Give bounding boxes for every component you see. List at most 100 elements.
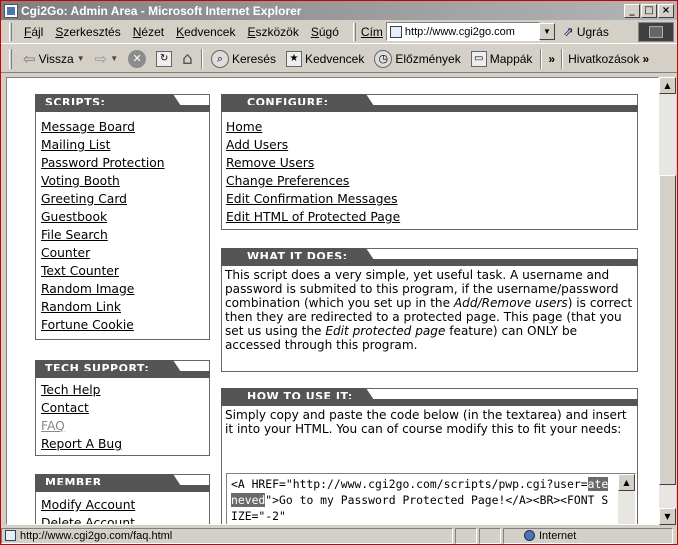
ie-app-icon[interactable]	[4, 3, 18, 18]
menu-edit[interactable]: Szerkesztés	[49, 25, 126, 39]
forward-button[interactable]: ⇨ ▼	[90, 48, 124, 70]
toolbar-separator	[200, 48, 203, 69]
home-icon: ⌂	[182, 48, 193, 69]
what-it-does-heading-bar	[221, 259, 638, 266]
status-zone: Internet	[539, 529, 577, 542]
link-guestbook[interactable]: Guestbook	[41, 208, 165, 226]
link-fortune-cookie[interactable]: Fortune Cookie	[41, 316, 165, 334]
home-button[interactable]: ⌂	[177, 48, 198, 70]
link-random-link[interactable]: Random Link	[41, 298, 165, 316]
favorites-button[interactable]: ★ Kedvencek	[281, 48, 369, 70]
what-it-does-text: This script does a very simple, yet usef…	[225, 268, 635, 352]
scroll-thumb[interactable]	[659, 175, 676, 485]
how-to-use-text: Simply copy and paste the code below (in…	[225, 408, 627, 436]
address-input[interactable]: http://www.cgi2go.com	[385, 22, 540, 41]
search-label: Keresés	[231, 51, 276, 66]
page-content: SCRIPTS: Message Board Mailing List Pass…	[6, 77, 659, 525]
toolbar-separator-3	[561, 48, 564, 69]
scroll-up-button[interactable]: ▲	[659, 77, 676, 94]
status-security-cell	[479, 527, 501, 544]
configure-link-list: Home Add Users Remove Users Change Prefe…	[226, 118, 400, 226]
configure-heading-bar	[221, 105, 638, 112]
link-message-board[interactable]: Message Board	[41, 118, 165, 136]
link-greeting-card[interactable]: Greeting Card	[41, 190, 165, 208]
folders-button[interactable]: ▭ Mappák	[466, 48, 538, 70]
minimize-button[interactable]: _	[624, 3, 640, 18]
toolbar-separator-2	[540, 48, 543, 69]
link-change-preferences[interactable]: Change Preferences	[226, 172, 400, 190]
status-progress-cell	[455, 527, 477, 544]
address-label: Cím	[360, 24, 383, 39]
link-password-protection[interactable]: Password Protection	[41, 154, 165, 172]
link-home[interactable]: Home	[226, 118, 400, 136]
back-button[interactable]: ⇦ Vissza ▼	[18, 48, 90, 70]
embed-code-textarea[interactable]: <A HREF="http://www.cgi2go.com/scripts/p…	[226, 473, 636, 524]
toolbar: ⇦ Vissza ▼ ⇨ ▼ ✕ ↻ ⌂ ⌕ Keresés ★ Kedvenc…	[1, 45, 677, 73]
link-report-a-bug[interactable]: Report A Bug	[41, 435, 122, 453]
textarea-scroll-up-button[interactable]: ▲	[618, 474, 635, 491]
folders-label: Mappák	[489, 51, 533, 66]
search-icon: ⌕	[210, 49, 229, 68]
toolbar-grip[interactable]	[9, 48, 12, 69]
page-scrollbar[interactable]: ▲ ▼	[659, 77, 676, 525]
link-remove-users[interactable]: Remove Users	[226, 154, 400, 172]
stop-button[interactable]: ✕	[123, 48, 151, 70]
history-label: Előzmények	[395, 51, 461, 66]
toolbar-overflow-button[interactable]: »	[545, 48, 558, 70]
link-edit-html-protected-page[interactable]: Edit HTML of Protected Page	[226, 208, 400, 226]
what-it-does-italic-2: Edit protected page	[325, 324, 446, 338]
forward-arrow-icon: ⇨	[94, 49, 108, 68]
link-edit-confirmation-messages[interactable]: Edit Confirmation Messages	[226, 190, 400, 208]
link-faq[interactable]: FAQ	[41, 417, 122, 435]
links-label: Hivatkozások	[568, 51, 640, 66]
link-modify-account[interactable]: Modify Account	[41, 496, 135, 514]
maximize-button[interactable]: □	[641, 3, 657, 18]
address-value[interactable]: http://www.cgi2go.com	[405, 26, 515, 38]
status-url-panel: http://www.cgi2go.com/faq.html	[1, 527, 453, 544]
title-bar: Cgi2Go: Admin Area - Microsoft Internet …	[1, 1, 677, 20]
links-button[interactable]: Hivatkozások »	[566, 48, 651, 70]
browser-window: Cgi2Go: Admin Area - Microsoft Internet …	[0, 0, 678, 545]
link-add-users[interactable]: Add Users	[226, 136, 400, 154]
menu-tools[interactable]: Eszközök	[241, 25, 304, 39]
link-delete-account[interactable]: Delete Account	[41, 514, 135, 524]
menu-bar: Fájl Szerkesztés Nézet Kedvencek Eszközö…	[1, 20, 677, 44]
links-chevron-icon: »	[642, 51, 650, 66]
link-tech-help[interactable]: Tech Help	[41, 381, 122, 399]
windows-logo-icon	[638, 22, 674, 42]
favorites-star-icon: ★	[285, 50, 302, 67]
member-utilities-link-list: Modify Account Delete Account	[41, 496, 135, 524]
folder-icon: ▭	[470, 50, 487, 67]
link-contact[interactable]: Contact	[41, 399, 122, 417]
link-counter[interactable]: Counter	[41, 244, 165, 262]
menu-favorites[interactable]: Kedvencek	[170, 25, 241, 39]
menu-help[interactable]: Súgó	[305, 25, 345, 39]
address-dropdown-button[interactable]: ▼	[538, 23, 555, 40]
link-file-search[interactable]: File Search	[41, 226, 165, 244]
link-mailing-list[interactable]: Mailing List	[41, 136, 165, 154]
address-bar: Cím http://www.cgi2go.com ▼ ⇗ Ugrás	[349, 22, 609, 41]
link-text-counter[interactable]: Text Counter	[41, 262, 165, 280]
go-label: Ugrás	[576, 24, 609, 39]
close-button[interactable]: ×	[658, 3, 674, 18]
go-button[interactable]: ⇗ Ugrás	[563, 24, 609, 40]
link-voting-booth[interactable]: Voting Booth	[41, 172, 165, 190]
chevron-right-icon: »	[548, 51, 556, 66]
textarea-scrollbar[interactable]: ▲	[618, 474, 635, 524]
menu-grip[interactable]	[9, 22, 12, 41]
status-page-icon	[5, 530, 16, 541]
tech-support-link-list: Tech Help Contact FAQ Report A Bug	[41, 381, 122, 453]
link-random-image[interactable]: Random Image	[41, 280, 165, 298]
address-grip[interactable]	[352, 22, 356, 41]
refresh-button[interactable]: ↻	[151, 48, 177, 70]
back-dropdown-icon[interactable]: ▼	[77, 54, 85, 63]
globe-icon	[524, 530, 535, 541]
forward-dropdown-icon[interactable]: ▼	[110, 54, 118, 63]
scroll-down-button[interactable]: ▼	[659, 508, 676, 525]
history-button[interactable]: ◷ Előzmények	[369, 48, 465, 70]
search-button[interactable]: ⌕ Keresés	[206, 48, 281, 70]
menu-file[interactable]: Fájl	[18, 25, 49, 39]
embed-code-text[interactable]: <A HREF="http://www.cgi2go.com/scripts/p…	[231, 476, 611, 524]
window-controls: _ □ ×	[624, 3, 674, 18]
menu-view[interactable]: Nézet	[127, 25, 170, 39]
